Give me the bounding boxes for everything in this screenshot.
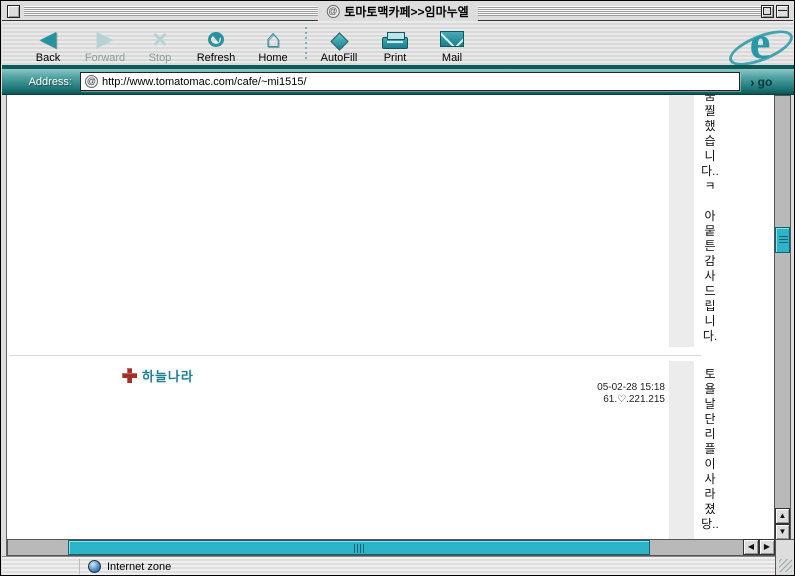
status-bar: Internet zone xyxy=(2,556,775,576)
window-title-area: @ 토마토맥카페>>임마누엘 xyxy=(317,2,477,21)
address-bar: Address: @ › go xyxy=(2,69,795,95)
forward-button[interactable]: ▶ Forward xyxy=(77,24,133,64)
status-divider xyxy=(79,559,80,574)
address-input[interactable] xyxy=(102,76,735,88)
stop-icon: × xyxy=(152,26,167,52)
stop-button[interactable]: × Stop xyxy=(140,24,180,64)
security-zone-label: Internet zone xyxy=(107,561,171,573)
mail-icon xyxy=(440,26,464,52)
print-label: Print xyxy=(384,52,407,64)
address-label: Address: xyxy=(2,76,80,88)
refresh-label: Refresh xyxy=(197,52,236,64)
globe-icon xyxy=(88,560,101,573)
page-favicon-icon: @ xyxy=(326,5,339,18)
refresh-icon xyxy=(208,26,224,52)
horizontal-scroll-thumb[interactable] xyxy=(68,540,650,555)
address-field[interactable]: @ xyxy=(80,72,740,91)
window-title: 토마토맥카페>>임마누엘 xyxy=(344,3,468,20)
table-cell-background-top xyxy=(669,95,694,347)
autofill-button[interactable]: AutoFill xyxy=(311,24,367,64)
post-ip: 61.♡.221.215 xyxy=(547,394,665,406)
back-icon: ◀ xyxy=(40,26,57,52)
forward-icon: ▶ xyxy=(97,26,114,52)
post-date: 05-02-28 15:18 xyxy=(547,382,665,394)
horizontal-scrollbar[interactable]: ◀ ▶ xyxy=(7,539,775,556)
author-signature[interactable]: 하늘나라 xyxy=(122,366,194,385)
resize-grip[interactable] xyxy=(775,539,795,576)
autofill-icon xyxy=(333,26,346,52)
toolbar-separator xyxy=(305,27,307,59)
author-logo-text: 하늘나라 xyxy=(142,366,194,385)
window-frame-right xyxy=(791,95,795,576)
row-separator-line xyxy=(9,355,701,356)
browser-window: @ 토마토맥카페>>임마누엘 ◀ Back ▶ Forward × Stop R… xyxy=(0,0,795,576)
stop-label: Stop xyxy=(149,52,172,64)
close-button[interactable] xyxy=(7,5,20,18)
scroll-right-button[interactable]: ▶ xyxy=(759,539,775,555)
mail-button[interactable]: Mail xyxy=(430,24,474,64)
print-icon xyxy=(382,26,408,52)
home-icon: ⌂ xyxy=(265,26,280,52)
comment-text-top: 움 찔 했 습 니 다.. ㅋ 아 뭍 튼 감 사 드 립 니 다. xyxy=(701,95,719,344)
autofill-label: AutoFill xyxy=(321,52,358,64)
scroll-up-button[interactable]: ▲ xyxy=(775,508,790,524)
comment-text-bottom: 토 욜 날 단 리 플 이 사 라 졌 당.. xyxy=(701,367,719,532)
mail-label: Mail xyxy=(442,52,462,64)
post-meta: 05-02-28 15:18 61.♡.221.215 xyxy=(547,382,665,406)
internet-explorer-logo-icon: e xyxy=(731,17,789,67)
scroll-down-button[interactable]: ▼ xyxy=(775,524,790,540)
go-button[interactable]: › go xyxy=(750,75,772,89)
url-page-icon: @ xyxy=(85,75,98,88)
home-label: Home xyxy=(258,52,287,64)
toolbar: ◀ Back ▶ Forward × Stop Refresh ⌂ Home A… xyxy=(2,21,795,65)
refresh-button[interactable]: Refresh xyxy=(190,24,242,64)
go-label: go xyxy=(758,75,773,89)
red-cross-icon xyxy=(122,368,137,383)
page-content: 움 찔 했 습 니 다.. ㅋ 아 뭍 튼 감 사 드 립 니 다. 하늘나라 … xyxy=(7,95,774,539)
print-button[interactable]: Print xyxy=(375,24,415,64)
forward-label: Forward xyxy=(85,52,125,64)
scroll-left-button[interactable]: ◀ xyxy=(743,539,759,555)
back-label: Back xyxy=(36,52,60,64)
home-button[interactable]: ⌂ Home xyxy=(251,24,295,64)
go-arrow-icon: › xyxy=(750,76,755,88)
back-button[interactable]: ◀ Back xyxy=(24,24,72,64)
vertical-scroll-thumb[interactable] xyxy=(775,227,790,253)
table-cell-background-bottom xyxy=(669,361,694,539)
title-bar[interactable]: @ 토마토맥카페>>임마누엘 xyxy=(2,2,793,21)
vertical-scrollbar[interactable]: ▲ ▼ xyxy=(774,95,791,539)
